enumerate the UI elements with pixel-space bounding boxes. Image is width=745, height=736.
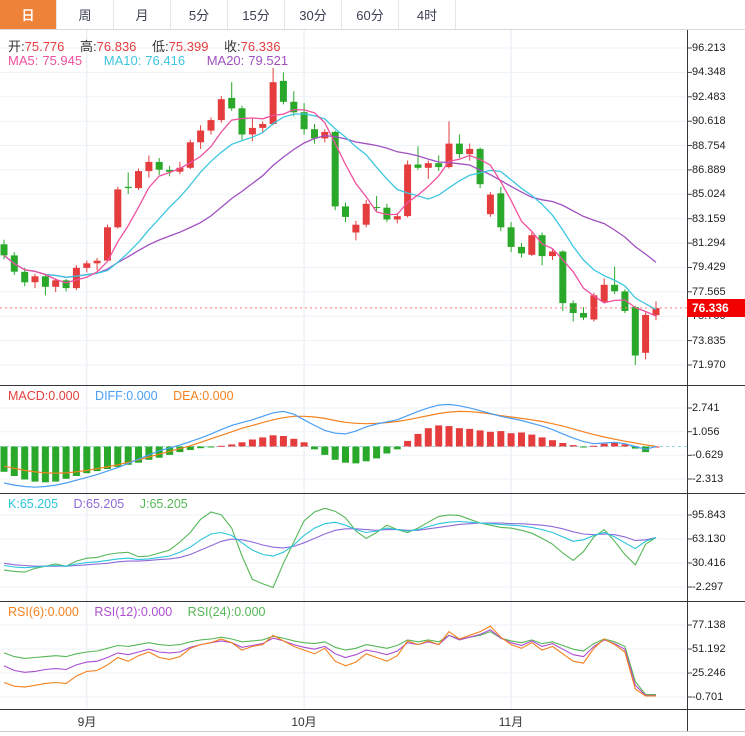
close-value: 76.336 <box>241 39 281 54</box>
axis-tick-label: 1.056 <box>692 426 720 439</box>
low-value: 75.399 <box>169 39 209 54</box>
chart-area[interactable]: 开:75.776 高:76.836 低:75.399 收:76.336 MA5:… <box>0 0 745 736</box>
axis-tick-label: 63.130 <box>692 533 726 546</box>
tab-month[interactable]: 月 <box>114 0 171 29</box>
ma5-value: 75.945 <box>42 53 82 68</box>
axis-tick-label: 90.618 <box>692 115 726 128</box>
ma10-value: 76.416 <box>145 53 185 68</box>
diff-value: 0.000 <box>126 389 157 403</box>
rsi12-label: RSI(12): <box>94 605 141 619</box>
axis-tick-label: 86.889 <box>692 164 726 177</box>
open-value: 75.776 <box>25 39 65 54</box>
axis-tick-label: 51.192 <box>692 643 726 656</box>
macd-readout: MACD:0.000 DIFF:0.000 DEA:0.000 <box>8 389 246 403</box>
k-label: K: <box>8 497 20 511</box>
macd-value: 0.000 <box>48 389 79 403</box>
axis-tick-label: 79.429 <box>692 261 726 274</box>
ma5-label: MA5: <box>8 53 38 68</box>
dea-value: 0.000 <box>202 389 233 403</box>
axis-tick-label: -2.297 <box>692 581 723 594</box>
ma20-label: MA20: <box>207 53 245 68</box>
axis-tick-label: 92.483 <box>692 91 726 104</box>
rsi-readout: RSI(6):0.000 RSI(12):0.000 RSI(24):0.000 <box>8 605 278 619</box>
diff-label: DIFF: <box>95 389 126 403</box>
tab-15min[interactable]: 15分 <box>228 0 285 29</box>
kdj-readout: K:65.205 D:65.205 J:65.205 <box>8 497 200 511</box>
dea-label: DEA: <box>173 389 202 403</box>
rsi12-value: 0.000 <box>141 605 172 619</box>
time-axis-label: 10月 <box>280 713 328 730</box>
time-axis-label: 9月 <box>63 713 111 730</box>
current-price-badge: 76.336 <box>687 299 745 317</box>
axis-tick-label: 77.565 <box>692 286 726 299</box>
axis-tick-label: 85.024 <box>692 188 726 201</box>
axis-tick-label: 77.138 <box>692 619 726 632</box>
axis-tick-label: 2.741 <box>692 402 720 415</box>
ma20-value: 79.521 <box>248 53 288 68</box>
axis-tick-label: 30.416 <box>692 557 726 570</box>
k-value: 65.205 <box>20 497 58 511</box>
ma10-label: MA10: <box>104 53 142 68</box>
rsi6-value: 0.000 <box>48 605 79 619</box>
axis-tick-label: -2.313 <box>692 473 723 486</box>
timeframe-tabbar: 日周月5分15分30分60分4时 <box>0 0 745 30</box>
axis-tick-label: -0.701 <box>692 691 723 704</box>
tab-30min[interactable]: 30分 <box>285 0 342 29</box>
time-axis-label: 11月 <box>487 713 535 730</box>
axis-tick-label: 83.159 <box>692 213 726 226</box>
d-label: D: <box>74 497 87 511</box>
axis-tick-label: 71.970 <box>692 359 726 372</box>
rsi24-label: RSI(24): <box>188 605 235 619</box>
ma-readout: MA5: 75.945 MA10:76.416 MA20:79.521 <box>8 53 306 68</box>
price-axis: 96.213 94.348 92.483 90.618 88.754 86.889 85.0… <box>687 0 745 736</box>
axis-tick-label: 94.348 <box>692 66 726 79</box>
macd-label: MACD: <box>8 389 48 403</box>
j-label: J: <box>140 497 150 511</box>
tab-5min[interactable]: 5分 <box>171 0 228 29</box>
axis-tick-label: -0.629 <box>692 449 723 462</box>
candles <box>1 68 660 365</box>
rsi6-label: RSI(6): <box>8 605 48 619</box>
rsi24-value: 0.000 <box>234 605 265 619</box>
axis-tick-label: 81.294 <box>692 237 726 250</box>
j-value: 65.205 <box>149 497 187 511</box>
tab-60min[interactable]: 60分 <box>342 0 399 29</box>
tab-day[interactable]: 日 <box>0 0 57 29</box>
axis-tick-label: 25.246 <box>692 667 726 680</box>
d-value: 65.205 <box>86 497 124 511</box>
chart-canvas[interactable] <box>0 0 745 736</box>
time-axis: 9月 10月 11月 <box>0 711 687 733</box>
tab-week[interactable]: 周 <box>57 0 114 29</box>
axis-tick-label: 95.843 <box>692 509 726 522</box>
axis-tick-label: 96.213 <box>692 42 726 55</box>
high-value: 76.836 <box>97 39 137 54</box>
axis-tick-label: 73.835 <box>692 335 726 348</box>
axis-tick-label: 88.754 <box>692 140 726 153</box>
tab-4hour[interactable]: 4时 <box>399 0 456 29</box>
